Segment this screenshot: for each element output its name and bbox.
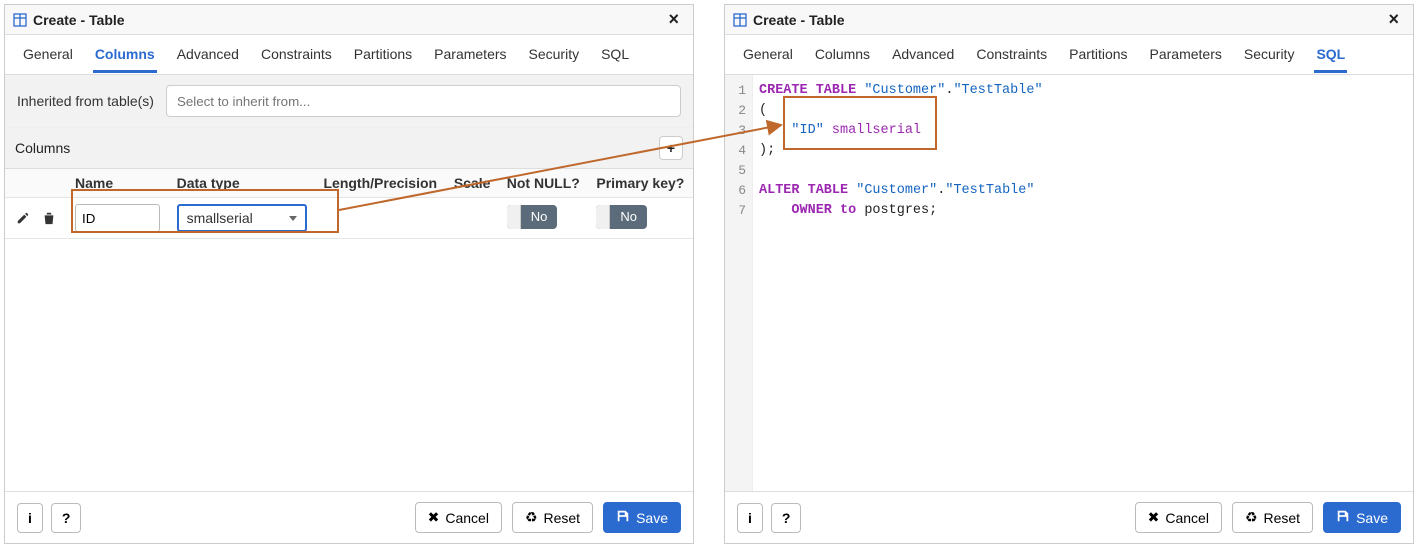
reset-button[interactable]: ♻ Reset — [1232, 502, 1313, 533]
tab-sql[interactable]: SQL — [1314, 36, 1347, 73]
col-header-name: Name — [67, 169, 169, 198]
sql-body: 1234567 CREATE TABLE "Customer"."TestTab… — [725, 75, 1413, 491]
col-header-scale: Scale — [446, 169, 499, 198]
tab-sql[interactable]: SQL — [599, 36, 631, 73]
table-row: smallserial No — [5, 198, 693, 239]
help-button[interactable]: ? — [51, 503, 82, 533]
dialog-title: Create - Table — [33, 12, 125, 28]
save-icon — [616, 509, 630, 526]
table-icon — [13, 13, 27, 27]
tab-partitions[interactable]: Partitions — [352, 36, 414, 73]
tab-parameters[interactable]: Parameters — [1148, 36, 1224, 73]
tab-advanced[interactable]: Advanced — [890, 36, 956, 73]
close-icon[interactable]: × — [662, 9, 685, 30]
chevron-down-icon — [289, 216, 297, 221]
tab-partitions[interactable]: Partitions — [1067, 36, 1129, 73]
sql-code[interactable]: CREATE TABLE "Customer"."TestTable"( "ID… — [753, 75, 1051, 491]
inherit-label: Inherited from table(s) — [17, 93, 154, 109]
tab-general[interactable]: General — [741, 36, 795, 73]
not-null-toggle[interactable]: No — [507, 205, 558, 229]
recycle-icon: ♻ — [1245, 509, 1258, 526]
col-header-primarykey: Primary key? — [588, 169, 693, 198]
close-icon: ✖ — [1148, 509, 1160, 526]
code-gutter: 1234567 — [725, 75, 753, 491]
info-button[interactable]: i — [17, 503, 43, 533]
column-datatype-value: smallserial — [187, 210, 253, 226]
tab-advanced[interactable]: Advanced — [175, 36, 241, 73]
close-icon[interactable]: × — [1382, 9, 1405, 30]
tab-constraints[interactable]: Constraints — [974, 36, 1049, 73]
primary-key-toggle[interactable]: No — [596, 205, 647, 229]
cancel-button[interactable]: ✖ Cancel — [415, 502, 502, 533]
cancel-button[interactable]: ✖ Cancel — [1135, 502, 1222, 533]
dialog-header: Create - Table × — [725, 5, 1413, 35]
dialog-header: Create - Table × — [5, 5, 693, 35]
tabbar-left: General Columns Advanced Constraints Par… — [5, 35, 693, 75]
table-icon — [733, 13, 747, 27]
tab-constraints[interactable]: Constraints — [259, 36, 334, 73]
help-button[interactable]: ? — [771, 503, 802, 533]
column-name-input[interactable] — [75, 204, 160, 232]
reset-button[interactable]: ♻ Reset — [512, 502, 593, 533]
columns-section-title: Columns — [15, 140, 70, 156]
create-table-dialog-columns: Create - Table × General Columns Advance… — [4, 4, 694, 544]
columns-section-header: Columns + — [5, 128, 693, 169]
inherit-row: Inherited from table(s) — [5, 75, 693, 128]
save-button[interactable]: Save — [1323, 502, 1401, 533]
tab-columns[interactable]: Columns — [813, 36, 872, 73]
tab-columns[interactable]: Columns — [93, 36, 157, 73]
col-header-notnull: Not NULL? — [499, 169, 589, 198]
recycle-icon: ♻ — [525, 509, 538, 526]
tab-parameters[interactable]: Parameters — [432, 36, 508, 73]
create-table-dialog-sql: Create - Table × General Columns Advance… — [724, 4, 1414, 544]
column-datatype-select[interactable]: smallserial — [177, 204, 307, 232]
columns-table: Name Data type Length/Precision Scale No… — [5, 169, 693, 239]
tabbar-right: General Columns Advanced Constraints Par… — [725, 35, 1413, 75]
dialog-footer: i ? ✖ Cancel ♻ Reset Save — [5, 491, 693, 543]
edit-row-icon[interactable] — [13, 208, 33, 228]
columns-body: Inherited from table(s) Columns + Name D… — [5, 75, 693, 491]
save-button[interactable]: Save — [603, 502, 681, 533]
tab-general[interactable]: General — [21, 36, 75, 73]
col-header-datatype: Data type — [169, 169, 316, 198]
inherit-input[interactable] — [166, 85, 681, 117]
tab-security[interactable]: Security — [527, 36, 582, 73]
dialog-title: Create - Table — [753, 12, 845, 28]
tab-security[interactable]: Security — [1242, 36, 1297, 73]
close-icon: ✖ — [428, 509, 440, 526]
info-button[interactable]: i — [737, 503, 763, 533]
col-header-length: Length/Precision — [315, 169, 445, 198]
delete-row-icon[interactable] — [39, 208, 59, 228]
add-column-button[interactable]: + — [659, 136, 683, 160]
dialog-footer: i ? ✖ Cancel ♻ Reset Save — [725, 491, 1413, 543]
save-icon — [1336, 509, 1350, 526]
